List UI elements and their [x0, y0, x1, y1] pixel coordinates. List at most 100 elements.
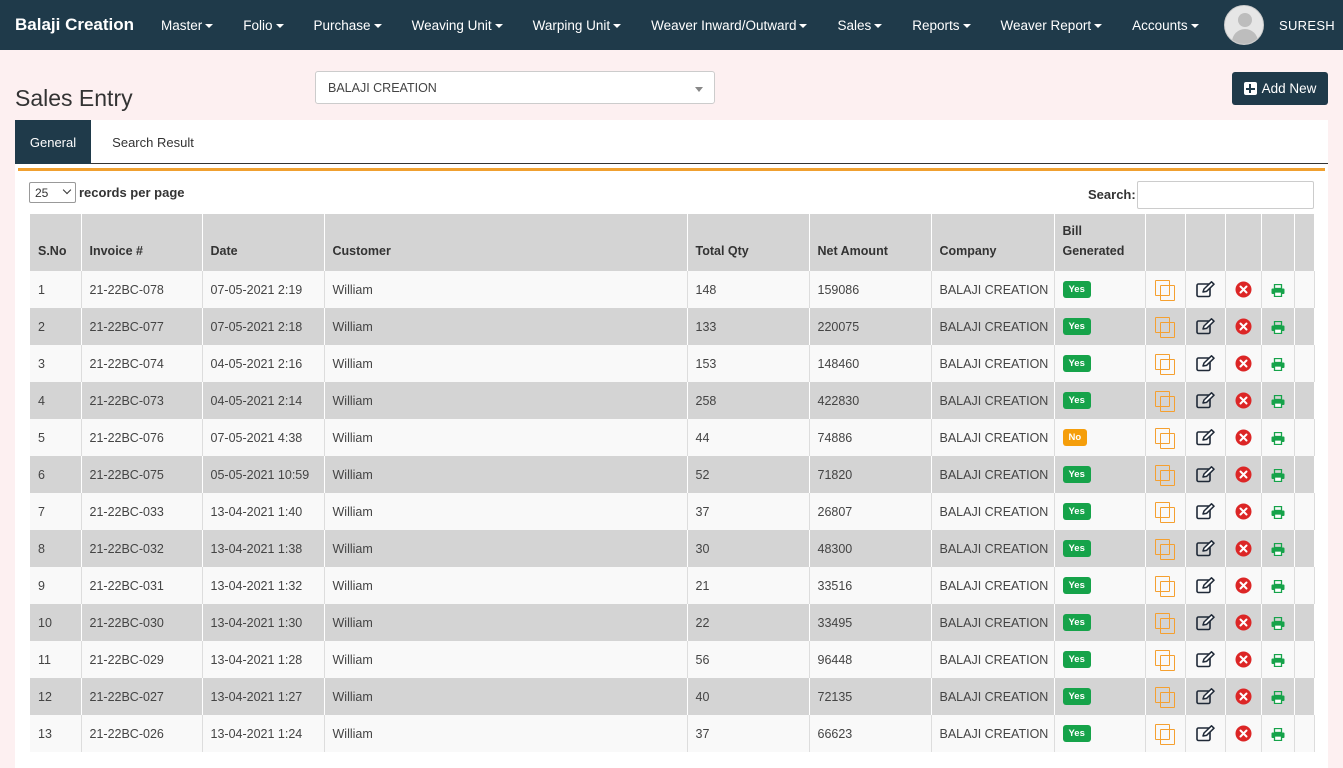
cell-extra [1294, 271, 1315, 308]
user-avatar[interactable] [1224, 5, 1264, 45]
search-input[interactable] [1137, 181, 1314, 209]
nav-item-purchase[interactable]: Purchase [299, 0, 397, 50]
tab-general[interactable]: General [15, 120, 91, 164]
delete-icon[interactable] [1235, 577, 1252, 594]
col-header-extra [1294, 214, 1315, 271]
cell-total-qty: 52 [687, 456, 810, 493]
delete-icon[interactable] [1235, 651, 1252, 668]
delete-icon[interactable] [1235, 725, 1252, 742]
edit-icon[interactable] [1195, 429, 1215, 446]
edit-icon[interactable] [1195, 466, 1215, 483]
print-icon[interactable] [1271, 319, 1285, 334]
delete-icon[interactable] [1235, 355, 1252, 372]
col-header-customer[interactable]: Customer [324, 214, 688, 271]
print-icon-cell [1261, 345, 1295, 382]
nav-item-weaver-inward-outward[interactable]: Weaver Inward/Outward [636, 0, 822, 50]
print-icon[interactable] [1271, 652, 1285, 667]
copy-icon[interactable] [1155, 427, 1175, 449]
delete-icon[interactable] [1235, 466, 1252, 483]
print-icon[interactable] [1271, 578, 1285, 593]
add-new-button[interactable]: Add New [1232, 72, 1328, 105]
copy-icon[interactable] [1155, 501, 1175, 523]
edit-icon[interactable] [1195, 318, 1215, 335]
tab-search-result[interactable]: Search Result [91, 120, 215, 164]
copy-icon[interactable] [1155, 538, 1175, 560]
print-icon[interactable] [1271, 282, 1285, 297]
nav-item-reports[interactable]: Reports [897, 0, 985, 50]
brand-logo[interactable]: Balaji Creation [15, 15, 134, 35]
copy-icon[interactable] [1155, 316, 1175, 338]
cell-bill-generated: Yes [1054, 567, 1146, 604]
col-header-invoice[interactable]: Invoice # [81, 214, 203, 271]
print-icon[interactable] [1271, 726, 1285, 741]
edit-icon[interactable] [1195, 355, 1215, 372]
cell-bill-generated: Yes [1054, 308, 1146, 345]
col-header-company[interactable]: Company [931, 214, 1055, 271]
copy-icon[interactable] [1155, 723, 1175, 745]
nav-item-weaving-unit[interactable]: Weaving Unit [397, 0, 518, 50]
print-icon[interactable] [1271, 504, 1285, 519]
print-icon[interactable] [1271, 356, 1285, 371]
company-select[interactable]: BALAJI CREATION [315, 71, 715, 104]
delete-icon[interactable] [1235, 318, 1252, 335]
table-row: 3 21-22BC-074 04-05-2021 2:16 William 153 148… [30, 345, 1315, 382]
delete-icon[interactable] [1235, 281, 1252, 298]
edit-icon[interactable] [1195, 651, 1215, 668]
copy-icon[interactable] [1155, 279, 1175, 301]
print-icon[interactable] [1271, 467, 1285, 482]
copy-icon[interactable] [1155, 390, 1175, 412]
copy-icon[interactable] [1155, 612, 1175, 634]
bill-status-badge: Yes [1062, 651, 1091, 668]
edit-icon[interactable] [1195, 281, 1215, 298]
cell-net-amount: 159086 [809, 271, 932, 308]
delete-icon[interactable] [1235, 688, 1252, 705]
print-icon-cell [1261, 530, 1295, 567]
edit-icon[interactable] [1195, 725, 1215, 742]
plus-square-icon [1243, 82, 1257, 95]
delete-icon[interactable] [1235, 429, 1252, 446]
username[interactable]: SURESH [1279, 18, 1335, 33]
nav-item-label: Reports [912, 17, 960, 33]
delete-icon[interactable] [1235, 392, 1252, 409]
print-icon[interactable] [1271, 393, 1285, 408]
nav-item-weaver-report[interactable]: Weaver Report [986, 0, 1118, 50]
nav-item-accounts[interactable]: Accounts [1117, 0, 1214, 50]
page-title: Sales Entry [15, 85, 133, 111]
edit-icon[interactable] [1195, 503, 1215, 520]
cell-total-qty: 22 [687, 604, 810, 641]
edit-icon[interactable] [1195, 688, 1215, 705]
chevron-down-icon [62, 185, 72, 195]
col-header-date[interactable]: Date [202, 214, 325, 271]
nav-item-warping-unit[interactable]: Warping Unit [518, 0, 637, 50]
print-icon-cell [1261, 271, 1295, 308]
col-header-sno[interactable]: S.No [30, 214, 82, 271]
edit-icon[interactable] [1195, 392, 1215, 409]
nav-item-sales[interactable]: Sales [822, 0, 897, 50]
print-icon[interactable] [1271, 430, 1285, 445]
cell-sno: 7 [30, 493, 82, 530]
col-header-bill-generated[interactable]: Bill Generated [1054, 214, 1146, 271]
nav-item-master[interactable]: Master [146, 0, 228, 50]
delete-icon[interactable] [1235, 614, 1252, 631]
edit-icon[interactable] [1195, 540, 1215, 557]
col-header-total-qty[interactable]: Total Qty [687, 214, 810, 271]
cell-date: 13-04-2021 1:28 [202, 641, 325, 678]
copy-icon[interactable] [1155, 686, 1175, 708]
copy-icon[interactable] [1155, 575, 1175, 597]
print-icon[interactable] [1271, 541, 1285, 556]
page-length-select[interactable]: 25 [29, 182, 76, 203]
delete-icon[interactable] [1235, 540, 1252, 557]
copy-icon[interactable] [1155, 649, 1175, 671]
add-new-label: Add New [1261, 81, 1317, 96]
col-header-net-amount[interactable]: Net Amount [809, 214, 932, 271]
delete-icon-cell [1225, 382, 1262, 419]
print-icon[interactable] [1271, 615, 1285, 630]
print-icon[interactable] [1271, 689, 1285, 704]
copy-icon[interactable] [1155, 353, 1175, 375]
delete-icon[interactable] [1235, 503, 1252, 520]
cell-customer: William [324, 382, 688, 419]
nav-item-folio[interactable]: Folio [228, 0, 298, 50]
edit-icon[interactable] [1195, 614, 1215, 631]
edit-icon[interactable] [1195, 577, 1215, 594]
copy-icon[interactable] [1155, 464, 1175, 486]
